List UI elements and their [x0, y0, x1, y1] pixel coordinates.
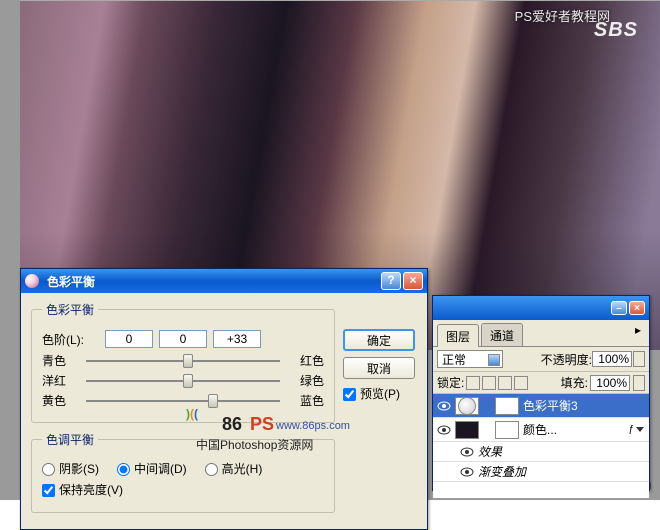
site-watermark-top: PS爱好者教程网 [515, 6, 610, 25]
link-icon[interactable] [482, 399, 492, 413]
visibility-icon[interactable] [459, 464, 475, 480]
opacity-input[interactable] [592, 351, 632, 367]
panel-menu-icon[interactable]: ▸ [631, 323, 645, 346]
minimize-button[interactable]: – [611, 301, 627, 315]
radio-highlights[interactable]: 高光(H) [205, 460, 263, 477]
layers-titlebar[interactable]: – × [433, 296, 649, 320]
tab-layers[interactable]: 图层 [437, 324, 479, 347]
lock-label: 锁定: [437, 374, 464, 391]
opacity-label: 不透明度: [541, 351, 592, 368]
layer-name: 颜色... [523, 421, 557, 438]
layer-list: 色彩平衡3 颜色... ƒ 效果 渐变叠加 [433, 394, 649, 498]
layer-thumb [455, 397, 479, 415]
balance-group: 色彩平衡 色阶(L): 青色 红色 洋红 绿色 黄色 蓝色 [31, 301, 335, 423]
preview-checkbox[interactable]: 预览(P) [343, 387, 400, 401]
layer-mask[interactable] [495, 421, 519, 439]
opacity-arrow-icon[interactable] [633, 351, 645, 367]
help-button[interactable]: ? [381, 272, 401, 290]
radio-shadows[interactable]: 阴影(S) [42, 460, 99, 477]
tab-channels[interactable]: 通道 [481, 323, 523, 346]
dialog-titlebar[interactable]: 色彩平衡 ? × [21, 269, 427, 293]
blend-mode-select[interactable]: 正常 [437, 350, 503, 368]
preserve-luminosity[interactable]: 保持亮度(V) [42, 481, 123, 498]
fill-input[interactable] [590, 375, 630, 391]
balance-legend: 色彩平衡 [42, 301, 98, 318]
level-magenta-green[interactable] [159, 330, 207, 348]
layer-item[interactable]: 色彩平衡3 [433, 394, 649, 418]
fill-label: 填充: [561, 374, 588, 391]
visibility-icon[interactable] [459, 444, 475, 460]
layer-thumb [455, 421, 479, 439]
link-icon[interactable] [482, 423, 492, 437]
slider-magenta-green[interactable]: 洋红 绿色 [42, 372, 324, 389]
radio-midtones[interactable]: 中间调(D) [117, 460, 187, 477]
fill-arrow-icon[interactable] [633, 375, 645, 391]
fx-icon[interactable]: ƒ [628, 424, 634, 435]
lock-position-icon[interactable] [498, 376, 512, 390]
tone-group: 色调平衡 阴影(S) 中间调(D) 高光(H) 保持亮度(V) [31, 431, 335, 513]
layer-effect-item[interactable]: 渐变叠加 [433, 462, 649, 482]
cancel-button[interactable]: 取消 [343, 357, 415, 379]
visibility-icon[interactable] [436, 398, 452, 414]
color-balance-dialog: 色彩平衡 ? × 色彩平衡 色阶(L): 青色 红色 洋红 绿色 [20, 268, 428, 530]
layer-name: 色彩平衡3 [523, 397, 578, 414]
level-cyan-red[interactable] [105, 330, 153, 348]
ok-button[interactable]: 确定 [343, 329, 415, 351]
layer-item[interactable]: 颜色... ƒ [433, 418, 649, 442]
level-yellow-blue[interactable] [213, 330, 261, 348]
tone-legend: 色调平衡 [42, 431, 98, 448]
effect-label: 渐变叠加 [478, 463, 526, 480]
close-panel-button[interactable]: × [629, 301, 645, 315]
effect-label: 效果 [478, 443, 502, 460]
close-button[interactable]: × [403, 272, 423, 290]
layers-panel: – × 图层 通道 ▸ 正常 不透明度: 锁定: 填充: 色彩平衡3 [432, 295, 650, 491]
visibility-icon[interactable] [436, 422, 452, 438]
dialog-icon [25, 274, 39, 288]
lock-all-icon[interactable] [514, 376, 528, 390]
lock-transparency-icon[interactable] [466, 376, 480, 390]
dialog-title: 色彩平衡 [43, 273, 379, 290]
lock-paint-icon[interactable] [482, 376, 496, 390]
fx-expand-icon[interactable] [636, 427, 644, 432]
levels-label: 色阶(L): [42, 331, 102, 348]
layer-effect-item[interactable]: 效果 [433, 442, 649, 462]
slider-yellow-blue[interactable]: 黄色 蓝色 [42, 392, 324, 409]
slider-cyan-red[interactable]: 青色 红色 [42, 352, 324, 369]
layer-mask[interactable] [495, 397, 519, 415]
